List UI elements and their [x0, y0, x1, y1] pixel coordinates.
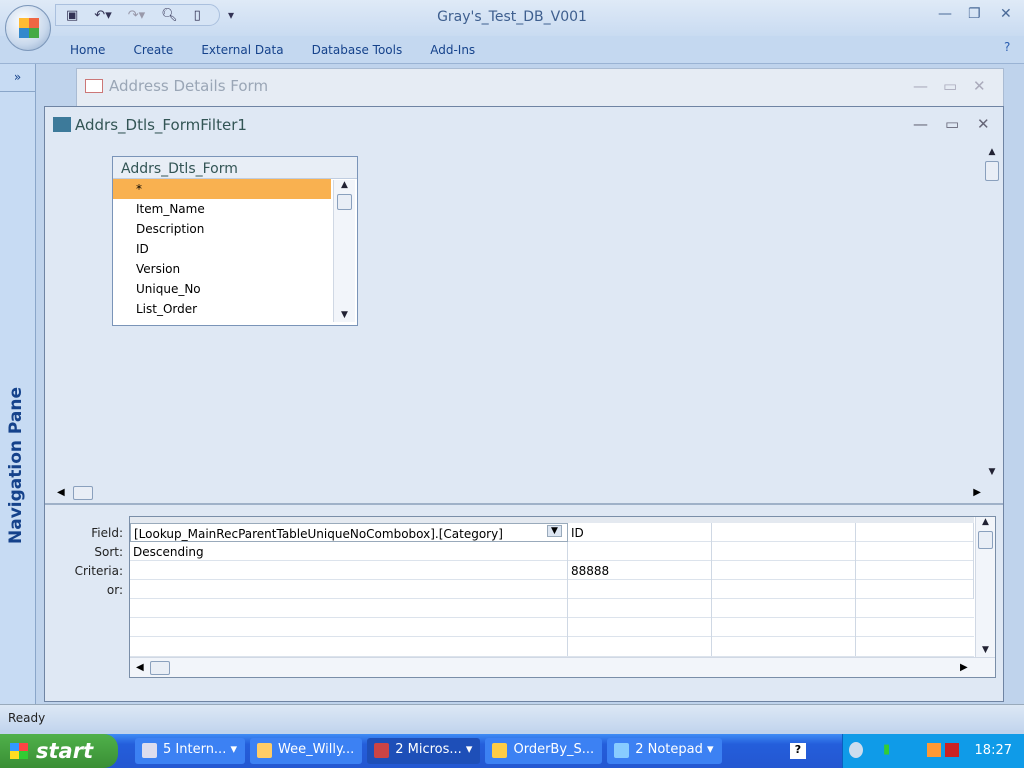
field-list-title: Addrs_Dtls_Form: [113, 157, 357, 179]
criteria-cell[interactable]: [130, 561, 568, 580]
form-icon: [85, 79, 103, 93]
sort-cell[interactable]: Descending: [130, 542, 568, 561]
ribbon-tabs: Home Create External Data Database Tools…: [0, 36, 1024, 64]
antivirus-icon[interactable]: [945, 743, 959, 757]
grid-vertical-scrollbar[interactable]: ▲ ▼: [975, 517, 995, 657]
minimize-icon[interactable]: —: [913, 77, 928, 95]
start-label: start: [36, 739, 94, 763]
table-pane: Addrs_Dtls_Form * Item_Name Description …: [49, 141, 1001, 507]
dropdown-arrow-icon[interactable]: ▼: [547, 525, 562, 537]
close-icon[interactable]: ✕: [973, 77, 986, 95]
taskbar-item-orderby[interactable]: OrderBy_S...: [485, 738, 603, 764]
maximize-icon[interactable]: ▭: [945, 115, 959, 133]
sort-cell[interactable]: [712, 542, 856, 561]
office-button[interactable]: [5, 5, 51, 51]
windows-logo-icon: [10, 743, 28, 759]
paint-icon: [492, 743, 508, 758]
field-item[interactable]: Version: [113, 259, 331, 279]
row-label-field: Field:: [91, 526, 123, 540]
system-tray: ▮ 18:27: [842, 734, 1024, 768]
criteria-cell[interactable]: [712, 561, 856, 580]
window-title: Addrs_Dtls_FormFilter1: [75, 116, 247, 134]
grid-row-criteria: 88888: [130, 561, 974, 580]
grid-horizontal-scrollbar[interactable]: ◀ ▶: [130, 657, 995, 677]
clock: 18:27: [974, 743, 1012, 758]
notepad-icon: [614, 743, 630, 758]
tab-add-ins[interactable]: Add-Ins: [430, 43, 475, 57]
grid-row-or: [130, 580, 974, 599]
field-item[interactable]: Unique_No: [113, 279, 331, 299]
tab-database-tools[interactable]: Database Tools: [312, 43, 403, 57]
taskbar-label: Wee_Willy...: [278, 742, 355, 757]
maximize-icon[interactable]: ▭: [943, 77, 957, 95]
status-text: Ready: [8, 711, 46, 725]
tab-home[interactable]: Home: [70, 43, 105, 57]
tray-app-icon[interactable]: [927, 743, 941, 757]
field-cell[interactable]: [Lookup_MainRecParentTableUniqueNoCombob…: [130, 523, 568, 542]
or-cell[interactable]: [856, 580, 974, 599]
window-title: Address Details Form: [109, 77, 269, 95]
signal-icon[interactable]: ▮: [883, 742, 890, 757]
grid-row-sort: Descending: [130, 542, 974, 561]
field-item[interactable]: Description: [113, 219, 331, 239]
taskbar: start 5 Intern... ▾ Wee_Willy... 2 Micro…: [0, 734, 1024, 768]
or-cell[interactable]: [130, 580, 568, 599]
minimize-icon[interactable]: —: [938, 6, 952, 22]
close-icon[interactable]: ✕: [1000, 6, 1012, 22]
show-hidden-icons[interactable]: [849, 742, 863, 758]
taskbar-label: 2 Micros...: [395, 742, 462, 757]
field-cell[interactable]: [712, 523, 856, 542]
row-label-criteria: Criteria:: [74, 564, 123, 578]
taskbar-label: OrderBy_S...: [513, 742, 595, 757]
navigation-pane-label: Navigation Pane: [6, 386, 26, 544]
row-label-sort: Sort:: [94, 545, 123, 559]
sort-cell[interactable]: [568, 542, 712, 561]
row-label-or: or:: [106, 583, 123, 597]
help-icon[interactable]: ?: [1004, 40, 1010, 54]
tab-external-data[interactable]: External Data: [201, 43, 283, 57]
ie-icon: [142, 743, 157, 758]
taskbar-label: 5 Intern...: [163, 742, 227, 757]
design-grid[interactable]: [Lookup_MainRecParentTableUniqueNoCombob…: [129, 516, 996, 678]
address-details-form-window[interactable]: Address Details Form — ▭ ✕: [76, 68, 1004, 108]
start-button[interactable]: start: [0, 734, 118, 768]
field-cell[interactable]: ID: [568, 523, 712, 542]
filter-window[interactable]: Addrs_Dtls_FormFilter1 — ▭ ✕ Addrs_Dtls_…: [44, 106, 1004, 702]
app-title: Gray's_Test_DB_V001: [437, 9, 587, 25]
taskbar-item-notepad[interactable]: 2 Notepad ▾: [607, 738, 722, 764]
taskbar-item-access[interactable]: 2 Micros... ▾: [367, 738, 481, 764]
criteria-cell[interactable]: 88888: [568, 561, 712, 580]
splitter[interactable]: [45, 503, 1003, 505]
tab-create[interactable]: Create: [133, 43, 173, 57]
status-bar: Ready: [0, 704, 1024, 730]
help-app-icon[interactable]: ?: [790, 743, 806, 759]
field-item[interactable]: *: [113, 179, 331, 199]
field-item[interactable]: Item_Name: [113, 199, 331, 219]
folder-icon: [257, 743, 272, 758]
filter-icon: [53, 117, 71, 132]
criteria-cell[interactable]: [856, 561, 974, 580]
taskbar-item-internet-explorer[interactable]: 5 Intern... ▾: [135, 738, 245, 764]
navigation-pane[interactable]: » Navigation Pane: [0, 64, 36, 704]
field-cell[interactable]: [856, 523, 974, 542]
taskbar-label: 2 Notepad: [635, 742, 703, 757]
field-list[interactable]: Addrs_Dtls_Form * Item_Name Description …: [112, 156, 358, 326]
office-logo-icon: [19, 18, 39, 38]
minimize-icon[interactable]: —: [913, 115, 928, 133]
or-cell[interactable]: [712, 580, 856, 599]
access-icon: [374, 743, 390, 758]
upper-horizontal-scrollbar[interactable]: ◀ ▶: [53, 483, 983, 503]
restore-icon[interactable]: ❐: [968, 6, 981, 22]
field-list-scrollbar[interactable]: ▲ ▼: [333, 180, 355, 322]
expand-nav-button[interactable]: »: [0, 64, 35, 92]
grid-row-field: [Lookup_MainRecParentTableUniqueNoCombob…: [130, 523, 974, 542]
field-item[interactable]: ID: [113, 239, 331, 259]
sort-cell[interactable]: [856, 542, 974, 561]
or-cell[interactable]: [568, 580, 712, 599]
field-item[interactable]: List_Order: [113, 299, 331, 319]
close-icon[interactable]: ✕: [977, 115, 990, 133]
upper-vertical-scrollbar[interactable]: ▲ ▼: [983, 147, 1001, 479]
taskbar-item-folder[interactable]: Wee_Willy...: [250, 738, 363, 764]
